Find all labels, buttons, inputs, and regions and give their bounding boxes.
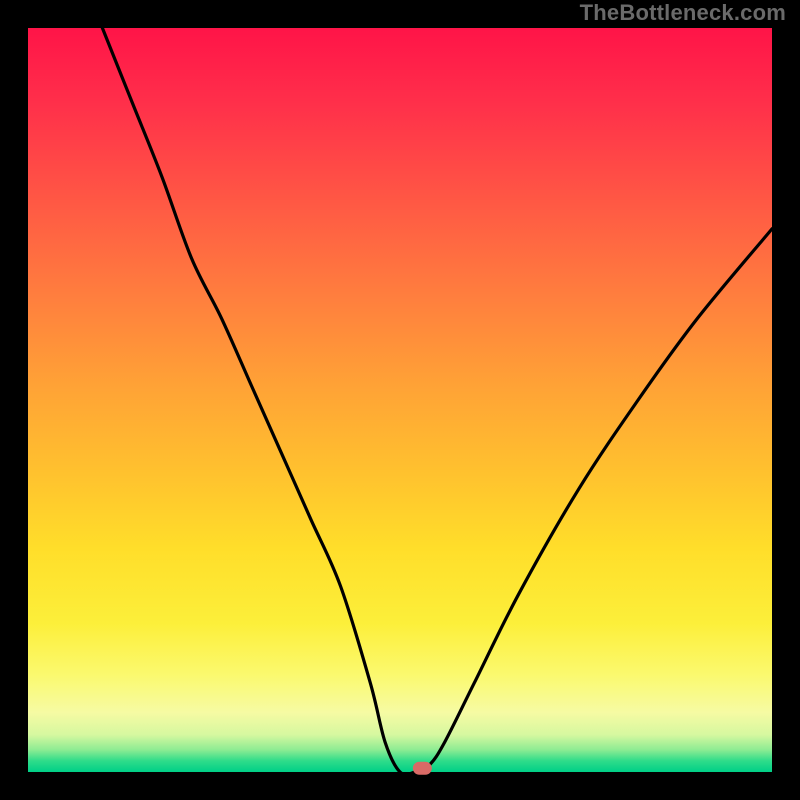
bottleneck-curve: [102, 28, 772, 775]
plot-svg: [28, 28, 772, 772]
minimum-marker: [413, 762, 431, 774]
chart-frame: TheBottleneck.com: [0, 0, 800, 800]
plot-area: [28, 28, 772, 772]
watermark-text: TheBottleneck.com: [580, 0, 786, 26]
